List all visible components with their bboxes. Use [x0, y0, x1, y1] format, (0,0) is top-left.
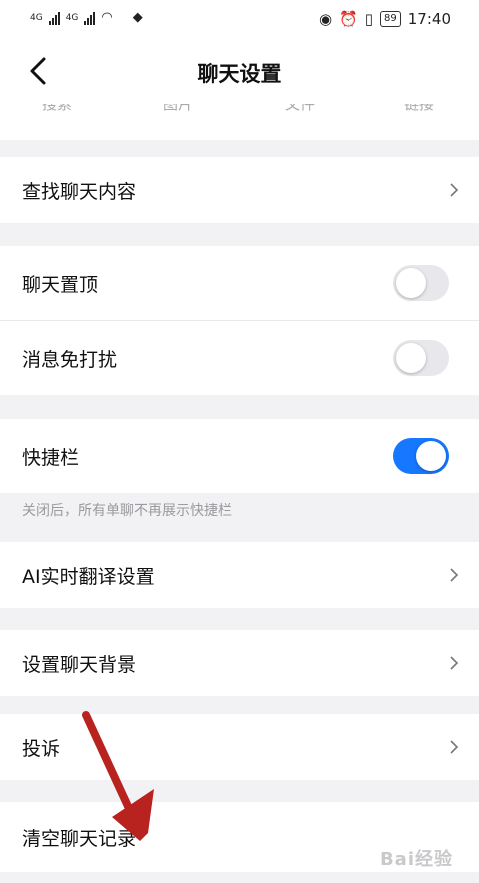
pin-chat-row: 聊天置顶 [0, 246, 479, 320]
tab-search[interactable]: 搜索 [42, 104, 72, 114]
signal-icon [48, 11, 60, 25]
network-type-1: 4G [30, 12, 43, 23]
status-left: 4G 4G ◠ ◆ [30, 10, 143, 25]
red-arrow-annotation [82, 711, 154, 841]
tab-files[interactable]: 文件 [285, 104, 315, 114]
do-not-disturb-label: 消息免打扰 [22, 348, 118, 371]
chevron-right-icon [450, 740, 459, 754]
tab-images[interactable]: 图片 [163, 104, 193, 114]
toggle-knob [416, 441, 446, 471]
chevron-right-icon [450, 568, 459, 582]
shortcut-bar-hint: 关闭后，所有单聊不再展示快捷栏 [22, 503, 232, 519]
status-bar: 4G 4G ◠ ◆ ◉ ⏰ ▯ 89 17:40 [0, 0, 479, 40]
chevron-right-icon [450, 656, 459, 670]
page-title: 聊天设置 [197, 62, 282, 86]
vibrate-icon: ▯ [364, 10, 374, 28]
pin-chat-label: 聊天置顶 [22, 273, 99, 296]
toggle-knob [396, 343, 426, 373]
ai-translate-label: AI实时翻译设置 [22, 565, 155, 588]
watermark: Bai经验 [379, 849, 453, 870]
signal-icon-2 [84, 11, 96, 25]
network-type-2: 4G [65, 12, 79, 23]
eye-icon: ◉ [318, 10, 333, 28]
navigation-bar: 聊天设置 [0, 40, 479, 104]
clock: 17:40 [407, 10, 451, 28]
qq-notification-icon: ◆ [132, 10, 143, 25]
shortcut-bar-row: 快捷栏 [0, 419, 479, 493]
do-not-disturb-toggle[interactable] [393, 340, 449, 376]
shortcut-bar-label: 快捷栏 [22, 446, 80, 469]
search-chat-row[interactable]: 查找聊天内容 [0, 157, 479, 223]
media-tabs-peek: 搜索 图片 文件 链接 [0, 104, 479, 140]
chat-background-row[interactable]: 设置聊天背景 [0, 630, 479, 696]
battery-icon: 89 [380, 11, 401, 27]
ai-translate-row[interactable]: AI实时翻译设置 [0, 542, 479, 608]
wifi-icon: ◠ [101, 10, 113, 25]
complain-label: 投诉 [22, 737, 61, 760]
toggle-knob [396, 268, 426, 298]
pin-chat-toggle[interactable] [393, 265, 449, 301]
status-right: ◉ ⏰ ▯ 89 17:40 [319, 10, 451, 28]
tab-links[interactable]: 链接 [404, 104, 434, 114]
chat-background-label: 设置聊天背景 [22, 653, 137, 676]
alarm-icon: ⏰ [339, 10, 358, 28]
chevron-right-icon [450, 183, 459, 197]
search-chat-label: 查找聊天内容 [22, 180, 137, 203]
do-not-disturb-row: 消息免打扰 [0, 321, 479, 395]
shortcut-bar-toggle[interactable] [393, 438, 449, 474]
